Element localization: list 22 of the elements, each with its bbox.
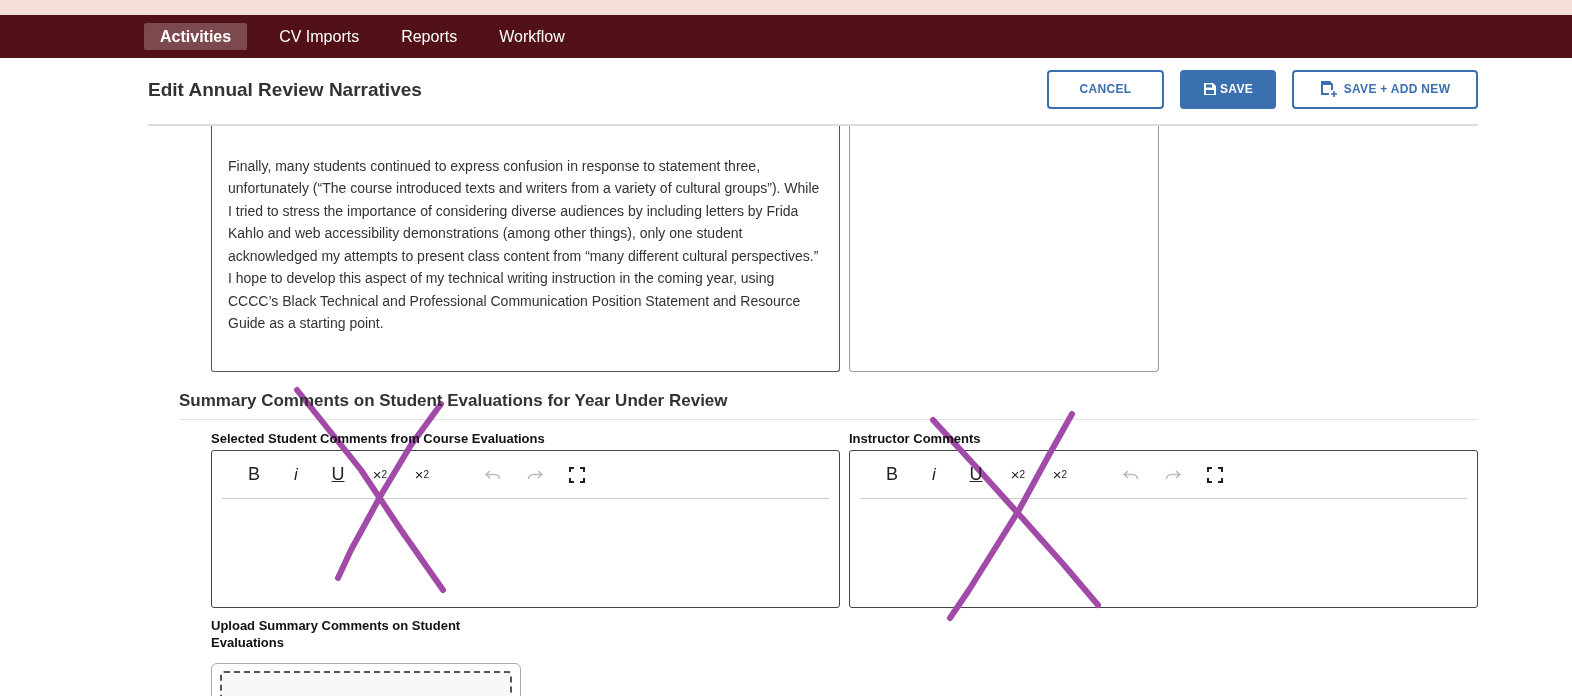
text-editor[interactable] [211, 126, 840, 372]
nav-tab[interactable]: Reports [385, 23, 474, 50]
nav-tab[interactable]: Workflow [483, 23, 581, 50]
bold-button[interactable]: B [238, 458, 270, 491]
italic-button[interactable]: i [280, 458, 312, 491]
nav-tab[interactable]: Activities [144, 23, 248, 50]
save-add-new-button[interactable]: SAVE + ADD NEW [1292, 69, 1478, 109]
save-button[interactable]: SAVE [1180, 69, 1276, 109]
underline-button[interactable]: U [322, 458, 354, 491]
paragraph: Finally, many students continued to express confusion in response to statement three, unfortunately (“The course introduced texts and writers from a variety of cultural groups”). While I tried to stress the importance of considering diverse audiences by including letters by Frida Kahlo and web accessibility demonstrations (among other things), only one student acknowledged my attempts to present class content from “many different cultural perspectives.” I hope to develop this aspect of my technical writing instruction in the coming year, using CCCC’s Black Technical and Professional Communication Position Statement and Resource Guide as a starting point. [228, 156, 821, 333]
fullscreen-icon [568, 465, 586, 484]
fullscreen-icon [1206, 465, 1224, 484]
field-label: Upload Summary Comments on Student Evaluations [211, 617, 462, 651]
superscript-button[interactable]: ×$^{2}$ [1002, 458, 1034, 491]
cancel-button[interactable]: CANCEL [1047, 69, 1164, 109]
superscript-button[interactable]: ×$^{2}$ [364, 458, 396, 491]
floppy-disk-plus-icon [1319, 80, 1338, 98]
nav-tab[interactable]: CV Imports [263, 23, 376, 50]
bold-button[interactable]: B [876, 458, 908, 491]
underline-button[interactable]: U [960, 458, 992, 491]
page-title: Edit Annual Review Narratives [148, 79, 422, 101]
italic-button[interactable]: i [918, 458, 950, 491]
